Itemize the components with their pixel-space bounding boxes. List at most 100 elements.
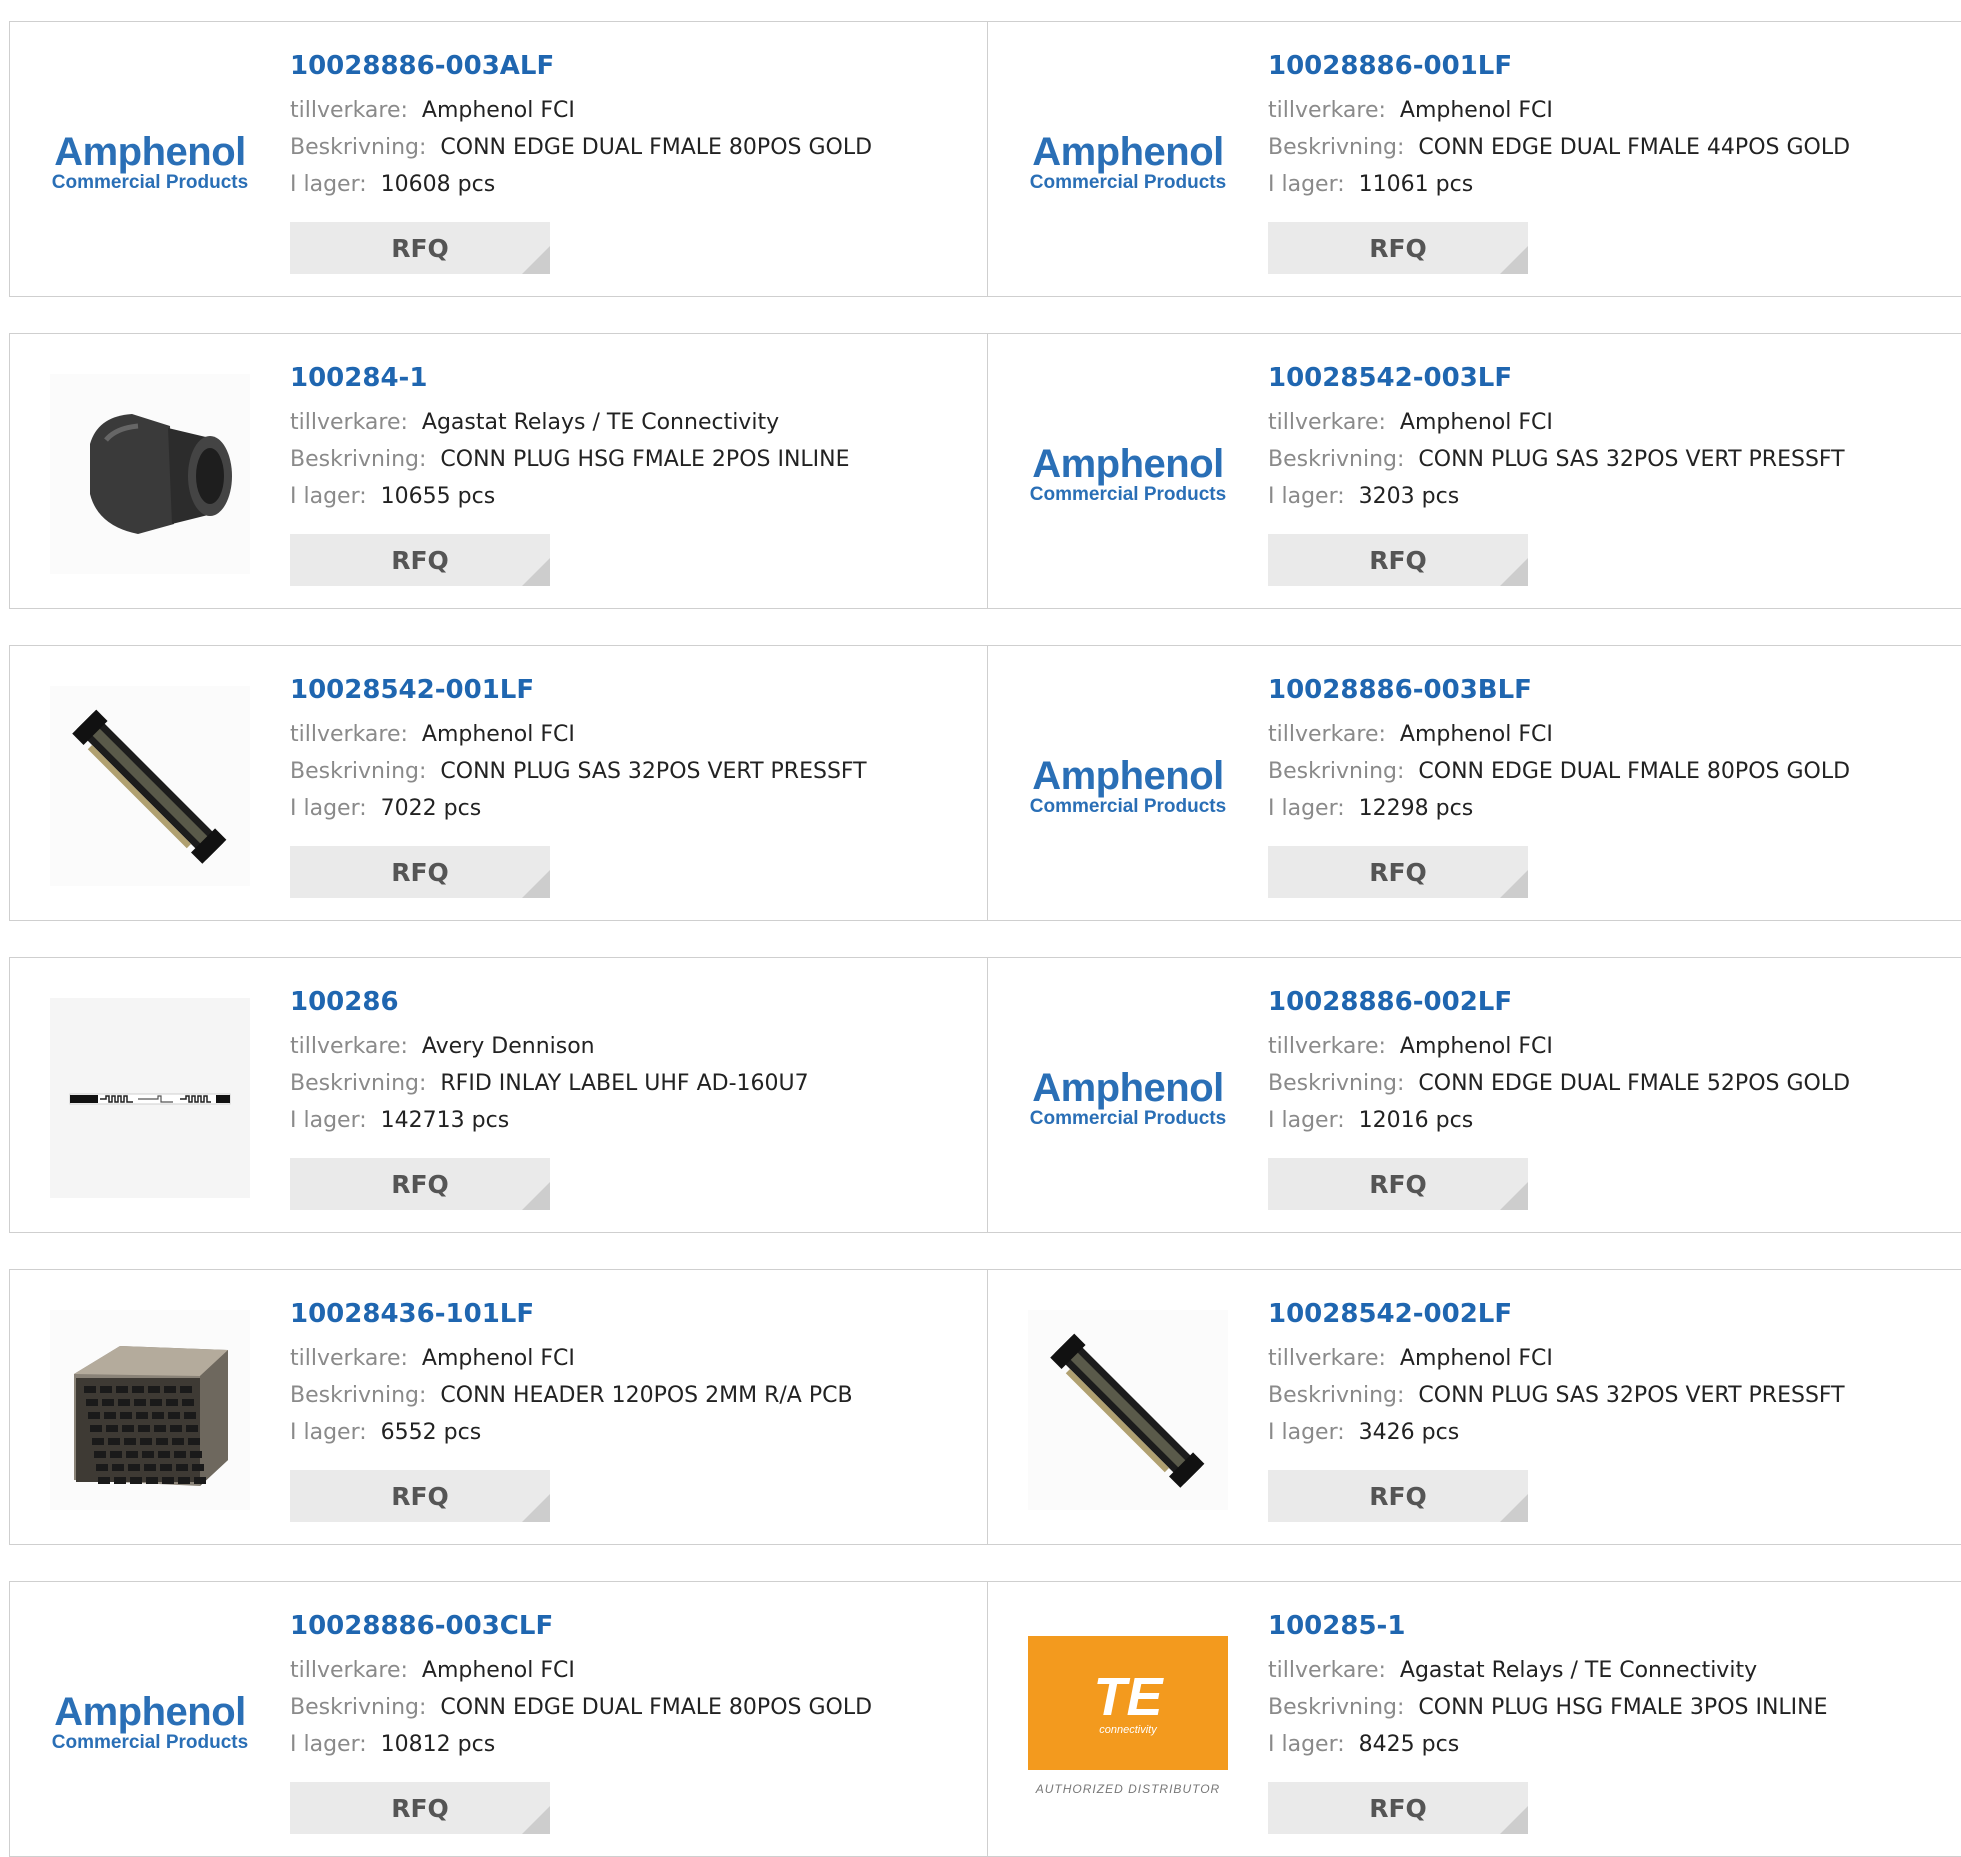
part-number-link[interactable]: 10028886-003BLF	[1268, 674, 1532, 706]
part-number-link[interactable]: 100285-1	[1268, 1610, 1405, 1642]
manufacturer-row: tillverkare: Avery Dennison	[290, 1028, 977, 1065]
part-number-link[interactable]: 100284-1	[290, 362, 427, 394]
rfq-button-label: RFQ	[1369, 857, 1427, 887]
rfq-button-label: RFQ	[391, 1793, 449, 1823]
rfq-button[interactable]: RFQ	[1268, 1158, 1528, 1210]
product-thumbnail[interactable]: Amphenol Commercial Products	[1028, 998, 1228, 1198]
rfq-button[interactable]: RFQ	[290, 1158, 550, 1210]
product-info: 10028436-101LF tillverkare: Amphenol FCI Be…	[290, 1298, 977, 1451]
stock-row: I lager: 7022 pcs	[290, 790, 977, 827]
amphenol-logo: Amphenol Commercial Products	[1028, 443, 1228, 505]
round-plug-image	[50, 374, 250, 574]
rfq-button-label: RFQ	[391, 1481, 449, 1511]
part-number-link[interactable]: 10028886-003ALF	[290, 50, 554, 82]
rfq-button[interactable]: RFQ	[1268, 846, 1528, 898]
stock-row: I lager: 10812 pcs	[290, 1726, 977, 1763]
manufacturer-value: Avery Dennison	[421, 1034, 595, 1059]
part-number-link[interactable]: 10028886-003CLF	[290, 1610, 553, 1642]
product-thumbnail[interactable]	[50, 998, 250, 1198]
product-card: Amphenol Commercial Products 10028886-003A…	[9, 21, 988, 297]
rfq-button[interactable]: RFQ	[1268, 534, 1528, 586]
manufacturer-label: tillverkare:	[290, 1346, 408, 1371]
rfq-button[interactable]: RFQ	[290, 1782, 550, 1834]
rfq-corner-decoration	[1500, 246, 1528, 274]
amphenol-logo-name: Amphenol	[1032, 754, 1224, 798]
product-thumbnail[interactable]	[50, 374, 250, 574]
manufacturer-label: tillverkare:	[1268, 410, 1386, 435]
description-row: Beskrivning: CONN PLUG SAS 32POS VERT PRE…	[1268, 441, 1961, 478]
rfq-corner-decoration	[522, 558, 550, 586]
manufacturer-row: tillverkare: Amphenol FCI	[290, 1340, 977, 1377]
description-row: Beskrivning: CONN EDGE DUAL FMALE 80POS G…	[290, 129, 977, 166]
stock-value: 10655 pcs	[380, 484, 496, 509]
description-row: Beskrivning: CONN PLUG SAS 32POS VERT PRE…	[290, 753, 977, 790]
product-thumbnail[interactable]: Amphenol Commercial Products	[50, 62, 250, 262]
stock-row: I lager: 3203 pcs	[1268, 478, 1961, 515]
description-row: Beskrivning: CONN PLUG SAS 32POS VERT PRE…	[1268, 1377, 1961, 1414]
manufacturer-label: tillverkare:	[290, 98, 408, 123]
part-number-link[interactable]: 10028542-003LF	[1268, 362, 1512, 394]
stock-value: 3203 pcs	[1358, 484, 1460, 509]
rfq-button[interactable]: RFQ	[290, 846, 550, 898]
part-number-link[interactable]: 10028436-101LF	[290, 1298, 534, 1330]
manufacturer-row: tillverkare: Amphenol FCI	[1268, 404, 1961, 441]
part-number-link[interactable]: 10028542-002LF	[1268, 1298, 1512, 1330]
stock-row: I lager: 10655 pcs	[290, 478, 977, 515]
product-thumbnail[interactable]: Amphenol Commercial Products	[1028, 374, 1228, 574]
product-thumbnail[interactable]: Amphenol Commercial Products	[1028, 686, 1228, 886]
product-thumbnail[interactable]	[1028, 1310, 1228, 1510]
te-connectivity-logo: TE connectivity AUTHORIZED DISTRIBUTOR	[1028, 1622, 1228, 1822]
rfq-button[interactable]: RFQ	[1268, 1470, 1528, 1522]
rfq-button[interactable]: RFQ	[1268, 222, 1528, 274]
part-number-link[interactable]: 100286	[290, 986, 399, 1018]
product-thumbnail[interactable]: TE connectivity AUTHORIZED DISTRIBUTOR	[1028, 1622, 1228, 1822]
product-card: Amphenol Commercial Products 10028886-003C…	[9, 1581, 988, 1857]
te-logo-mark: TE	[1093, 1667, 1163, 1727]
amphenol-logo-name: Amphenol	[1032, 1066, 1224, 1110]
amphenol-logo: Amphenol Commercial Products	[1028, 1067, 1228, 1129]
manufacturer-value: Agastat Relays / TE Connectivity	[1399, 1658, 1758, 1683]
stock-row: I lager: 12298 pcs	[1268, 790, 1961, 827]
rfq-button[interactable]: RFQ	[1268, 1782, 1528, 1834]
amphenol-logo-name: Amphenol	[1032, 442, 1224, 486]
description-label: Beskrivning:	[290, 1383, 427, 1408]
rfq-corner-decoration	[1500, 1806, 1528, 1834]
product-thumbnail[interactable]	[50, 686, 250, 886]
manufacturer-value: Amphenol FCI	[1399, 722, 1553, 747]
product-card: Amphenol Commercial Products 10028542-003L…	[987, 333, 1961, 609]
stock-row: I lager: 12016 pcs	[1268, 1102, 1961, 1139]
product-info: 10028886-003BLF tillverkare: Amphenol FCI B…	[1268, 674, 1961, 827]
product-thumbnail[interactable]: Amphenol Commercial Products	[1028, 62, 1228, 262]
description-label: Beskrivning:	[290, 1695, 427, 1720]
stock-value: 12298 pcs	[1358, 796, 1474, 821]
amphenol-logo-sub: Commercial Products	[1029, 484, 1227, 505]
rfq-corner-decoration	[1500, 1494, 1528, 1522]
manufacturer-row: tillverkare: Amphenol FCI	[1268, 1028, 1961, 1065]
rfq-corner-decoration	[522, 1182, 550, 1210]
rfq-corner-decoration	[1500, 870, 1528, 898]
amphenol-logo-sub: Commercial Products	[1029, 796, 1227, 817]
product-card: 100284-1 tillverkare: Agastat Relays / TE …	[9, 333, 988, 609]
rfq-button[interactable]: RFQ	[290, 534, 550, 586]
product-card: Amphenol Commercial Products 10028886-002L…	[987, 957, 1961, 1233]
stock-value: 11061 pcs	[1358, 172, 1474, 197]
product-info: 10028886-003CLF tillverkare: Amphenol FCI B…	[290, 1610, 977, 1763]
product-thumbnail[interactable]	[50, 1310, 250, 1510]
product-card: 10028542-002LF tillverkare: Amphenol FCI Be…	[987, 1269, 1961, 1545]
product-thumbnail[interactable]: Amphenol Commercial Products	[50, 1622, 250, 1822]
part-number-link[interactable]: 10028542-001LF	[290, 674, 534, 706]
rfq-button[interactable]: RFQ	[290, 222, 550, 274]
description-row: Beskrivning: RFID INLAY LABEL UHF AD-160U…	[290, 1065, 977, 1102]
description-value: RFID INLAY LABEL UHF AD-160U7	[440, 1071, 809, 1096]
header-block-image	[50, 1310, 250, 1510]
manufacturer-value: Amphenol FCI	[421, 1346, 575, 1371]
stock-value: 10812 pcs	[380, 1732, 496, 1757]
stock-label: I lager:	[1268, 796, 1345, 821]
stock-row: I lager: 11061 pcs	[1268, 166, 1961, 203]
description-row: Beskrivning: CONN EDGE DUAL FMALE 80POS G…	[290, 1689, 977, 1726]
part-number-link[interactable]: 10028886-001LF	[1268, 50, 1512, 82]
description-row: Beskrivning: CONN PLUG HSG FMALE 3POS INL…	[1268, 1689, 1961, 1726]
manufacturer-row: tillverkare: Amphenol FCI	[1268, 92, 1961, 129]
rfq-button[interactable]: RFQ	[290, 1470, 550, 1522]
part-number-link[interactable]: 10028886-002LF	[1268, 986, 1512, 1018]
